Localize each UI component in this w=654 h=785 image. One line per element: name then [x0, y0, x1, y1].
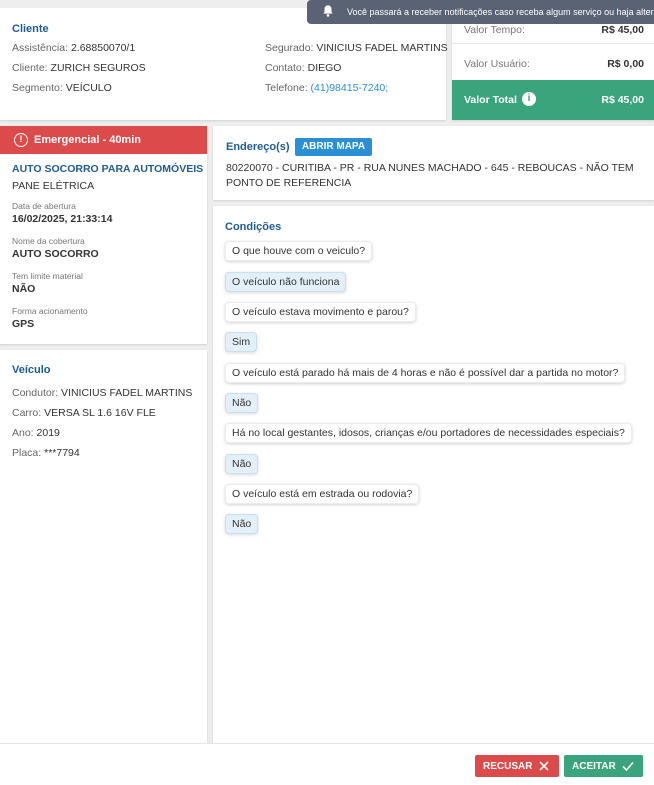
insured-row: Segurado: VINICIUS FADEL MARTINS [265, 42, 448, 54]
condition-answer-4: Não [225, 454, 259, 474]
phone-link[interactable]: (41)98415-7240; [311, 82, 389, 94]
year-label: Ano: [12, 427, 34, 439]
user-value-amount: R$ 0,00 [607, 58, 644, 70]
user-value-label: Valor Usuário: [464, 58, 530, 70]
conditions-title: Condições [225, 221, 282, 233]
coverage-label: Nome da cobertura [12, 236, 85, 246]
assistance-value: 2.68850070/1 [70, 42, 136, 54]
time-value-amount: R$ 45,00 [601, 24, 644, 36]
opened-label: Data de abertura [12, 201, 76, 211]
condition-answer-2: Sim [225, 332, 258, 352]
emergency-badge: ! Emergencial - 40min [0, 126, 207, 154]
address-card: Endereço(s) ABRIR MAPA 80220070 - CURITI… [213, 126, 654, 200]
action-footer: RECUSAR ACEITAR [0, 743, 654, 785]
plate-value: ***7794 [44, 447, 80, 459]
limit-value: NÃO [12, 283, 36, 295]
emergency-label: Emergencial - 40min [34, 134, 141, 146]
opened-value: 16/02/2025, 21:33:14 [12, 213, 113, 225]
year-row: Ano: 2019 [12, 427, 60, 439]
accept-label: ACEITAR [572, 761, 616, 772]
year-value: 2019 [36, 427, 60, 439]
address-title: Endereço(s) [226, 141, 290, 153]
contact-row: Contato: DIEGO [265, 62, 341, 74]
contact-value: DIEGO [307, 62, 342, 74]
phone-row: Telefone: (41)98415-7240; [265, 82, 388, 94]
alert-icon: ! [14, 133, 28, 147]
plate-row: Placa: ***7794 [12, 447, 80, 459]
insured-label: Segurado: [265, 42, 314, 54]
service-card: ! Emergencial - 40min AUTO SOCORRO PARA … [0, 126, 207, 344]
client-row: Cliente: ZURICH SEGUROS [12, 62, 146, 74]
client-card: Cliente Assistência: 2.68850070/1 Client… [0, 8, 448, 120]
notification-text: Você passará a receber notificações caso… [347, 7, 654, 17]
close-icon [539, 761, 549, 771]
service-type: AUTO SOCORRO PARA AUTOMÓVEIS [12, 163, 204, 175]
car-value: VERSA SL 1.6 16V FLE [44, 407, 156, 419]
total-value-label: Valor Total [464, 94, 517, 106]
condition-answer-3: Não [225, 393, 259, 413]
refuse-button[interactable]: RECUSAR [475, 755, 559, 777]
car-label: Carro: [12, 407, 42, 419]
contact-label: Contato: [265, 62, 305, 74]
condition-question-5: O veículo está em estrada ou rodovia? [225, 484, 420, 504]
user-value-row: Valor Usuário: R$ 0,00 [452, 50, 654, 78]
service-problem: PANE ELÉTRICA [12, 180, 95, 192]
total-value-row: Valor Total i R$ 45,00 [452, 80, 654, 120]
client-label: Cliente: [12, 62, 48, 74]
total-value-amount: R$ 45,00 [601, 94, 644, 106]
condition-question-3: O veículo está parado há mais de 4 horas… [225, 363, 626, 383]
plate-label: Placa: [12, 447, 42, 459]
condition-question-1: O que houve com o veiculo? [225, 241, 373, 261]
values-card: Valor Tempo: R$ 45,00 Valor Usuário: R$ … [452, 8, 654, 120]
check-icon [622, 761, 634, 772]
car-row: Carro: VERSA SL 1.6 16V FLE [12, 407, 156, 419]
accept-button[interactable]: ACEITAR [564, 755, 643, 777]
coverage-value: AUTO SOCORRO [12, 248, 99, 260]
driver-label: Condutor: [12, 387, 59, 399]
condition-question-4: Há no local gestantes, idosos, crianças … [225, 423, 632, 443]
condition-answer-5: Não [225, 514, 259, 534]
trigger-value: GPS [12, 318, 35, 330]
insured-value: VINICIUS FADEL MARTINS [316, 42, 448, 54]
phone-label: Telefone: [265, 82, 308, 94]
trigger-label: Forma acionamento [12, 306, 88, 316]
address-text: 80220070 - CURITIBA - PR - RUA NUNES MAC… [226, 162, 634, 189]
bell-icon [323, 5, 333, 17]
limit-label: Tem limite material [12, 271, 83, 281]
assistance-label: Assistência: [12, 42, 69, 54]
refuse-label: RECUSAR [483, 761, 533, 772]
vehicle-card: Veículo Condutor: VINICIUS FADEL MARTINS… [0, 350, 207, 743]
client-title: Cliente [12, 23, 49, 35]
segment-label: Segmento: [12, 82, 63, 94]
open-map-button[interactable]: ABRIR MAPA [295, 138, 372, 156]
vehicle-title: Veículo [12, 364, 51, 376]
driver-value: VINICIUS FADEL MARTINS [61, 387, 193, 399]
segment-row: Segmento: VEÍCULO [12, 82, 112, 94]
conditions-card: Condições O que houve com o veiculo? O v… [213, 206, 654, 743]
notification-toast: Você passará a receber notificações caso… [307, 0, 654, 24]
info-icon[interactable]: i [522, 92, 536, 106]
segment-value: VEÍCULO [65, 82, 112, 94]
driver-row: Condutor: VINICIUS FADEL MARTINS [12, 387, 192, 399]
time-value-label: Valor Tempo: [464, 24, 525, 36]
condition-question-2: O veículo estava movimento e parou? [225, 302, 416, 322]
client-value: ZURICH SEGUROS [50, 62, 146, 74]
assistance-row: Assistência: 2.68850070/1 [12, 42, 135, 54]
condition-answer-1: O veículo não funciona [225, 272, 347, 292]
